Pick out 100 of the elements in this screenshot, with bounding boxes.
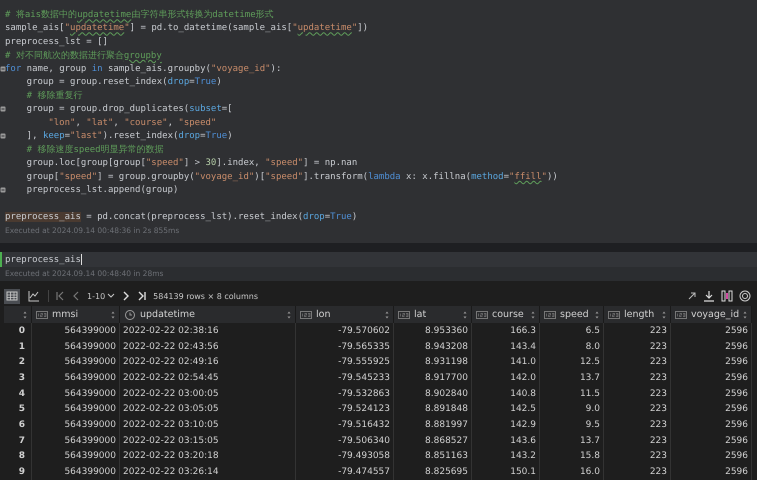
table-cell: 223 (604, 417, 671, 433)
settings-icon[interactable] (739, 290, 751, 302)
table-cell: 13.7 (540, 370, 604, 386)
table-cell: 223 (604, 386, 671, 402)
columns-icon[interactable] (721, 290, 733, 302)
column-header[interactable]: speed (540, 306, 604, 323)
fold-icon[interactable] (0, 106, 6, 112)
column-header[interactable]: course (472, 306, 540, 323)
code-line: # 移除速度speed明显异常的数据 (26, 144, 164, 156)
sort-icon[interactable] (111, 310, 115, 318)
fold-icon[interactable] (0, 187, 6, 194)
table-cell: 564399000 (32, 401, 120, 418)
code-input-field[interactable]: preprocess_ais (0, 252, 757, 267)
table-cell: 223 (604, 432, 671, 448)
table-cell: 8.917700 (394, 370, 472, 386)
table-cell: -79.516432 (296, 417, 394, 433)
table-cell: 8.825695 (394, 464, 472, 480)
sort-icon[interactable] (662, 310, 666, 318)
column-header[interactable]: updatetime (120, 306, 296, 323)
table-cell: 11.5 (540, 386, 604, 402)
expand-icon[interactable] (687, 291, 697, 301)
table-cell: 166.3 (472, 323, 540, 339)
row-index: 0 (4, 323, 32, 339)
first-page-icon[interactable] (55, 290, 65, 302)
sort-icon[interactable] (531, 310, 535, 318)
sort-icon[interactable] (287, 310, 291, 318)
table-cell: 8.891848 (394, 401, 472, 418)
fold-icon[interactable] (0, 133, 6, 140)
table-cell: 2596 (671, 448, 752, 464)
table-cell: -79.493058 (296, 448, 394, 464)
table-cell: 2022-02-22 03:10:05 (120, 417, 296, 433)
table-cell: 2022-02-22 03:20:18 (120, 448, 296, 464)
column-header[interactable]: length (604, 306, 671, 323)
table-cell: 142.5 (472, 401, 540, 418)
table-cell: 564399000 (32, 417, 120, 433)
table-cell: 2596 (671, 386, 752, 402)
column-header[interactable]: mmsi (32, 306, 120, 323)
table-cell: 2022-02-22 02:43:56 (120, 338, 296, 354)
row-index: 8 (4, 448, 32, 464)
code-line: preprocess_lst.append(group) (26, 185, 178, 196)
table-cell: 2596 (671, 370, 752, 386)
table-cell: 2022-02-22 03:00:05 (120, 386, 296, 402)
code-line: group["speed"] = group.groupby("voyage_id")["speed"].transform(lambda x: x.fillna(method="ffill")) (26, 172, 558, 182)
table-cell: 2596 (671, 323, 752, 339)
code-line: ], keep="last").reset_index(drop=True) (26, 131, 233, 142)
table-cell: 2022-02-22 02:54:45 (120, 370, 296, 386)
table-cell: 2022-02-22 02:38:16 (120, 323, 296, 339)
table-cell: 150.1 (472, 464, 540, 480)
sort-icon[interactable] (23, 310, 27, 318)
table-cell: 2022-02-22 03:26:14 (120, 464, 296, 480)
code-line: for name, group in sample_ais.groupby("voyage_id"): (5, 64, 282, 74)
table-cell: 8.0 (540, 338, 604, 354)
table-cell: -79.474557 (296, 464, 394, 480)
table-cell: 564399000 (32, 338, 120, 354)
table-cell: 15.8 (540, 448, 604, 464)
code-line: group = group.drop_duplicates(subset=[ (26, 104, 233, 114)
row-index: 3 (4, 370, 32, 386)
sort-icon[interactable] (463, 310, 467, 318)
table-cell: -79.506340 (296, 432, 394, 448)
table-cell: 16.0 (540, 464, 604, 480)
table-cell: -79.532863 (296, 386, 394, 402)
table-cell: 2596 (671, 464, 752, 480)
sort-icon[interactable] (743, 310, 748, 318)
table-cell: 564399000 (32, 370, 120, 386)
table-cell: -79.565335 (296, 338, 394, 354)
last-page-icon[interactable] (137, 290, 148, 302)
column-header[interactable]: lon (296, 306, 394, 323)
code-line: # 对不同航次的数据进行聚合groupby (5, 50, 162, 62)
sort-icon[interactable] (595, 310, 599, 318)
code-line: preprocess_lst = [] (5, 36, 108, 47)
sort-icon[interactable] (385, 310, 389, 318)
column-header[interactable]: lat (394, 306, 472, 323)
table-view-button[interactable] (4, 288, 20, 304)
download-icon[interactable] (703, 290, 715, 302)
table-cell: 564399000 (32, 386, 120, 402)
chart-view-button[interactable] (26, 288, 42, 304)
previous-page-icon[interactable] (71, 290, 81, 302)
table-cell: 2022-02-22 03:05:05 (120, 401, 296, 418)
code-line: preprocess_ais = pd.concat(preprocess_lst).reset_index(drop=True) (5, 212, 358, 222)
row-index: 2 (4, 354, 32, 370)
fold-icon[interactable] (0, 66, 6, 72)
table-cell: 141.0 (472, 354, 540, 370)
number-type-icon (544, 310, 556, 320)
column-header[interactable]: voyage_id (671, 306, 752, 323)
table-cell: 2596 (671, 338, 752, 354)
page-range-dropdown[interactable]: 1-10 (87, 292, 116, 300)
table-cell: 9.5 (540, 417, 604, 433)
table-summary: 584139 rows × 8 columns (153, 292, 258, 300)
number-type-icon (300, 310, 312, 320)
table-cell: 564399000 (32, 448, 120, 464)
chart-icon (27, 289, 41, 303)
next-page-icon[interactable] (121, 290, 132, 302)
table-cell: 223 (604, 401, 671, 418)
table-cell: 13.7 (540, 432, 604, 448)
table-cell: 564399000 (32, 464, 120, 480)
table-cell: 2596 (671, 354, 752, 370)
table-cell: 564399000 (32, 432, 120, 448)
row-index: 6 (4, 417, 32, 433)
table-cell: 8.868527 (394, 432, 472, 448)
code-line: sample_ais["updatetime"] = pd.to_datetime(sample_ais["updatetime"]) (5, 23, 368, 34)
